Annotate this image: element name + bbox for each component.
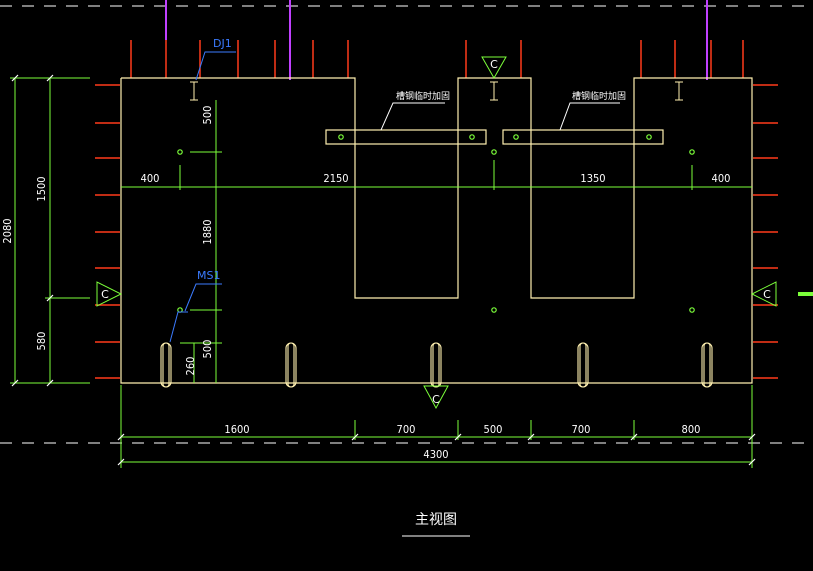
- dim-2080: 2080: [1, 218, 14, 243]
- dim-1350: 1350: [580, 172, 605, 185]
- dim-2150: 2150: [323, 172, 348, 185]
- label-channel-left: 槽钢临时加固: [396, 90, 450, 102]
- dim-700-a: 700: [397, 423, 416, 436]
- drawing-title: 主视图: [415, 512, 457, 528]
- section-markers: [96, 56, 777, 410]
- dimension-ticks: [11, 74, 756, 466]
- dim-580: 580: [35, 332, 48, 351]
- anchor-capsules: [160, 342, 713, 388]
- leader-lines: [380, 102, 620, 131]
- cad-drawing-canvas: C C C C DJ1 MS1 槽钢临时加固 槽钢临时加固 400 2150 1…: [0, 0, 813, 537]
- leader-lines-blue: [169, 51, 236, 343]
- label-ms1: MS1: [197, 269, 220, 282]
- dim-400-right: 400: [712, 172, 731, 185]
- dim-400-left: 400: [141, 172, 160, 185]
- channel-steel-left: [325, 129, 487, 145]
- dim-700-b: 700: [572, 423, 591, 436]
- dim-500-top: 500: [201, 106, 214, 125]
- centerlines: [0, 5, 813, 444]
- channel-steel-right: [502, 129, 664, 145]
- label-channel-right: 槽钢临时加固: [572, 90, 626, 102]
- dim-4300: 4300: [423, 448, 448, 461]
- dim-1600: 1600: [224, 423, 249, 436]
- dim-1880: 1880: [201, 219, 214, 244]
- dim-800: 800: [682, 423, 701, 436]
- rebar-sides: [95, 84, 778, 379]
- section-marker-bottom: C: [432, 393, 440, 406]
- label-dj1: DJ1: [213, 37, 232, 50]
- dim-260: 260: [184, 357, 197, 376]
- dimension-lines: [10, 77, 813, 468]
- section-marker-right: C: [763, 288, 771, 301]
- section-marker-left: C: [101, 288, 109, 301]
- dim-1500: 1500: [35, 176, 48, 201]
- section-marker-top: C: [490, 58, 498, 71]
- bolt-points: [177, 134, 695, 313]
- anchor-rods-magenta: [165, 0, 708, 80]
- dim-500: 500: [484, 423, 503, 436]
- dim-500-low: 500: [201, 340, 214, 359]
